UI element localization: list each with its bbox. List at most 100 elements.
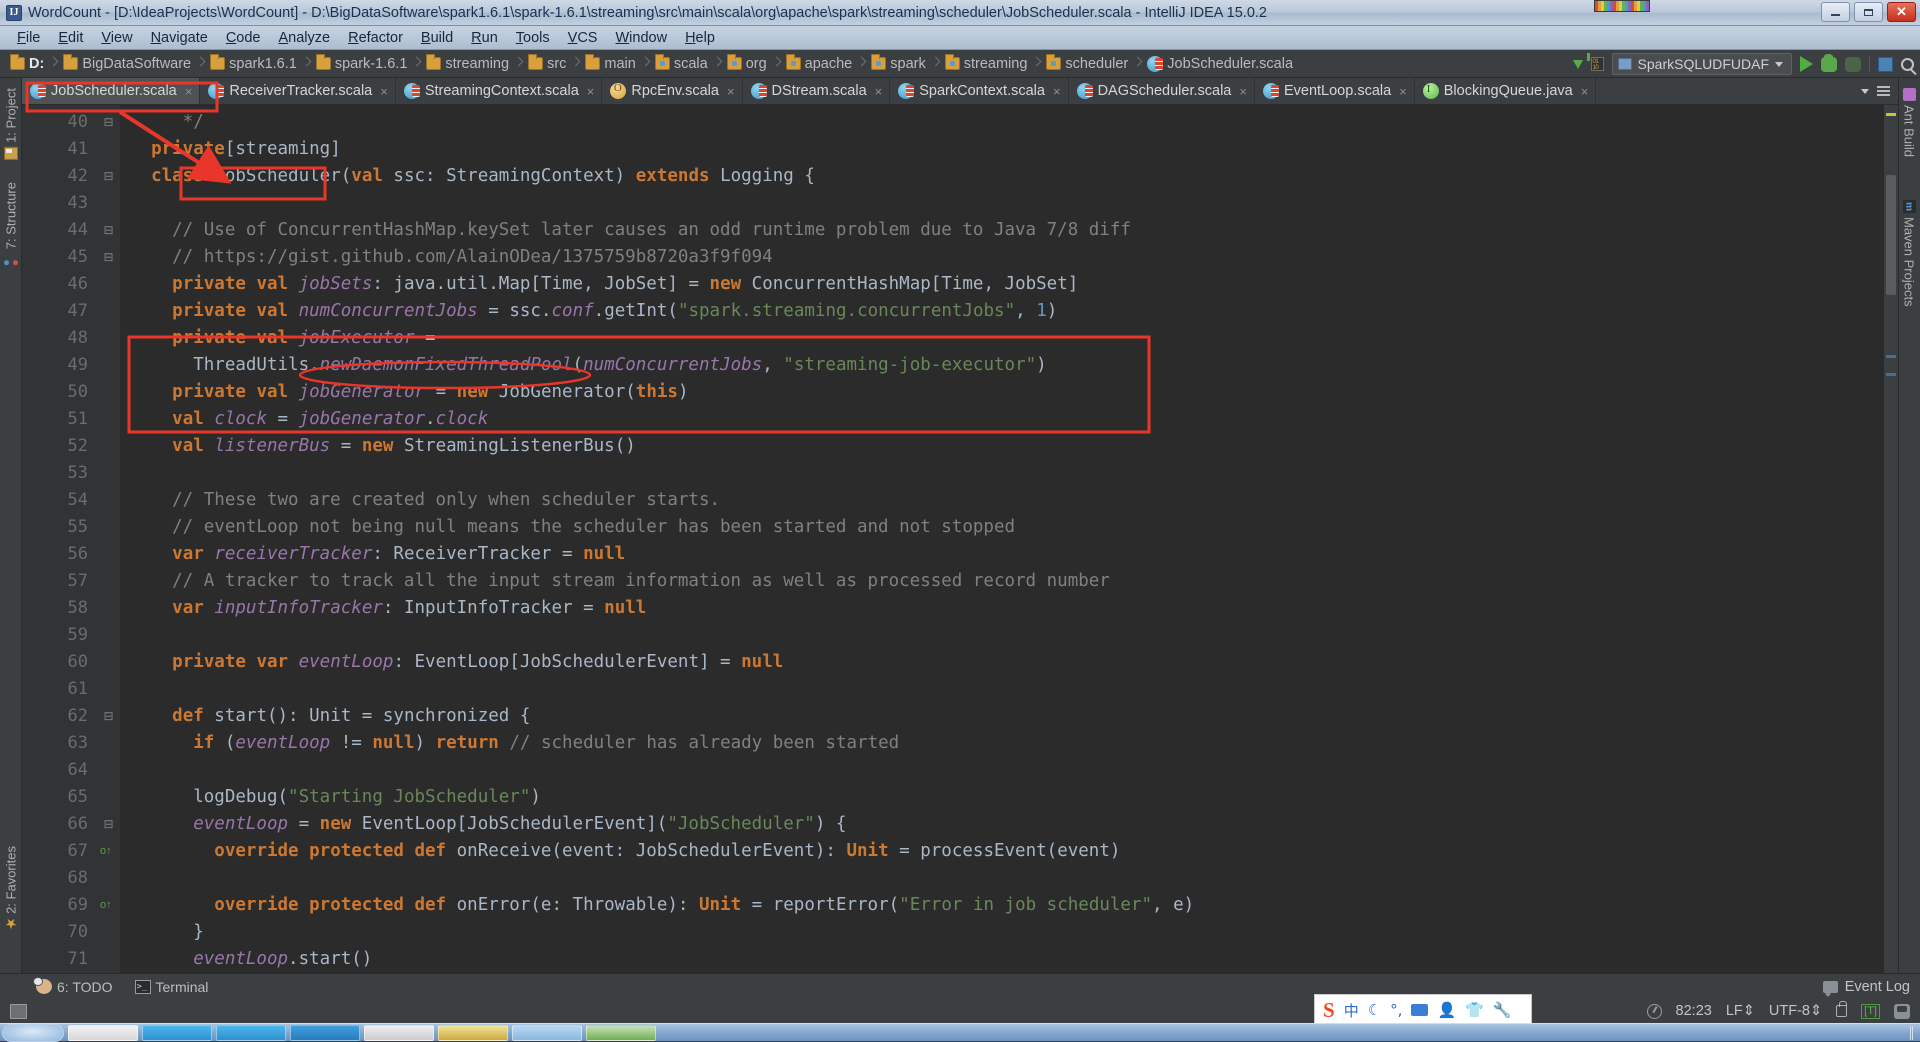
event-log-button[interactable]: Event Log — [1822, 979, 1920, 995]
menu-item-file[interactable]: File — [8, 29, 49, 47]
fold-marker-icon[interactable]: ⊟ — [102, 244, 115, 271]
search-everywhere-icon[interactable] — [1901, 57, 1914, 71]
ime-punctuation-icon[interactable]: °, — [1390, 1001, 1402, 1019]
close-icon[interactable]: × — [727, 84, 735, 99]
code-line[interactable]: // Use of ConcurrentHashMap.keySet later… — [120, 217, 1131, 244]
sidebar-item-project[interactable]: 1: Project — [0, 84, 22, 164]
taskbar-item[interactable] — [438, 1024, 508, 1041]
close-button[interactable]: ✕ — [1887, 2, 1916, 22]
tool-window-todo[interactable]: 6: TODO — [33, 977, 113, 995]
editor-tab-eventloopscala[interactable]: EventLoop.scala × — [1254, 78, 1415, 104]
caret-position[interactable]: 82:23 — [1676, 1003, 1712, 1019]
menu-item-vcs[interactable]: VCS — [559, 29, 607, 47]
menu-item-tools[interactable]: Tools — [507, 29, 559, 47]
taskbar-item[interactable] — [216, 1024, 286, 1041]
editor-tab-dagschedulerscala[interactable]: DAGScheduler.scala × — [1068, 78, 1255, 104]
fold-marker-icon[interactable]: ⊟ — [102, 109, 115, 136]
code-line[interactable]: eventLoop = new EventLoop[JobSchedulerEv… — [120, 811, 846, 838]
code-line[interactable]: private val jobExecutor = — [120, 325, 435, 352]
override-gutter-icon[interactable]: o↑ — [100, 892, 118, 919]
maximize-button[interactable] — [1854, 2, 1883, 22]
taskbar-item[interactable] — [364, 1024, 434, 1041]
minimize-button[interactable] — [1821, 2, 1850, 22]
editor-tab-blockingqueuejava[interactable]: BlockingQueue.java × — [1414, 78, 1597, 104]
tab-list-icon[interactable] — [1877, 86, 1890, 96]
editor-tab-sparkcontextscala[interactable]: SparkContext.scala × — [890, 78, 1069, 104]
ime-toolbar[interactable]: S 中 ☾ °, 👤 👕 🔧 — [1314, 994, 1532, 1026]
close-icon[interactable]: × — [1053, 84, 1061, 99]
line-separator[interactable]: LF⇕ — [1726, 1003, 1755, 1019]
code-line[interactable] — [120, 190, 130, 217]
menu-item-refactor[interactable]: Refactor — [339, 29, 412, 47]
code-line[interactable]: class JobScheduler(val ssc: StreamingCon… — [120, 163, 815, 190]
ime-moon-icon[interactable]: ☾ — [1368, 1001, 1381, 1019]
file-encoding[interactable]: UTF-8⇕ — [1769, 1003, 1822, 1019]
close-icon[interactable]: × — [587, 84, 595, 99]
menu-item-analyze[interactable]: Analyze — [270, 29, 340, 47]
fold-marker-icon[interactable]: ⊟ — [102, 703, 115, 730]
close-icon[interactable]: × — [380, 84, 388, 99]
code-line[interactable] — [120, 460, 130, 487]
run-with-coverage-icon[interactable] — [1845, 56, 1861, 72]
editor-tab-dstreamscala[interactable]: DStream.scala × — [742, 78, 891, 104]
close-icon[interactable]: × — [875, 84, 883, 99]
menu-item-edit[interactable]: Edit — [49, 29, 92, 47]
code-editor[interactable]: 40 ⊟ */ 41 private[streaming] 42 ⊟ class Job… — [22, 105, 1898, 973]
editor-tab-streamingcontextscala[interactable]: StreamingContext.scala × — [395, 78, 603, 104]
code-line[interactable] — [120, 676, 130, 703]
code-line[interactable]: ThreadUtils.newDaemonFixedThreadPool(num… — [120, 352, 1047, 379]
breadcrumb-item-streaming[interactable]: streaming — [941, 53, 1032, 75]
sidebar-item-favorites[interactable]: ★ 2: Favorites — [0, 842, 22, 935]
start-button[interactable] — [2, 1023, 64, 1042]
tool-window-terminal[interactable]: >_ Terminal — [134, 979, 208, 995]
override-gutter-icon[interactable]: o↑ — [100, 838, 118, 865]
code-line[interactable]: // A tracker to track all the input stre… — [120, 568, 1110, 595]
code-line[interactable]: override protected def onError(e: Throwa… — [120, 892, 1194, 919]
code-line[interactable]: override protected def onReceive(event: … — [120, 838, 1120, 865]
close-icon[interactable]: × — [1399, 84, 1407, 99]
error-stripe-mark[interactable] — [1886, 373, 1896, 376]
breadcrumb-item-main[interactable]: main — [581, 53, 639, 75]
close-icon[interactable]: × — [1581, 84, 1589, 99]
code-line[interactable]: // https://gist.github.com/AlainODea/137… — [120, 244, 773, 271]
hide-tool-windows-icon[interactable] — [10, 1003, 27, 1019]
update-project-icon[interactable]: 01 10 — [1572, 53, 1604, 71]
breadcrumb-item-spark161[interactable]: spark1.6.1 — [206, 53, 301, 75]
taskbar-item[interactable] — [142, 1024, 212, 1041]
menu-item-run[interactable]: Run — [462, 29, 507, 47]
read-only-lock-icon[interactable] — [1836, 1001, 1848, 1017]
code-line[interactable]: eventLoop.start() — [120, 946, 372, 973]
breadcrumb-item-scala[interactable]: scala — [651, 53, 712, 75]
ime-skin-icon[interactable]: 👕 — [1465, 1001, 1484, 1019]
chevron-down-icon[interactable] — [1861, 88, 1869, 94]
taskbar-item[interactable] — [290, 1024, 360, 1041]
code-line[interactable]: var inputInfoTracker: InputInfoTracker =… — [120, 595, 646, 622]
code-line[interactable]: private var eventLoop: EventLoop[JobSche… — [120, 649, 783, 676]
ime-mode-icon[interactable]: 中 — [1344, 1000, 1359, 1021]
taskbar-item[interactable] — [68, 1024, 138, 1041]
run-icon[interactable] — [1800, 56, 1813, 72]
code-line[interactable]: private val jobGenerator = new JobGenera… — [120, 379, 688, 406]
error-stripe-mark[interactable] — [1886, 113, 1896, 116]
fold-marker-icon[interactable]: ⊟ — [102, 163, 115, 190]
error-stripe-mark[interactable] — [1886, 355, 1896, 358]
menu-item-window[interactable]: Window — [606, 29, 676, 47]
menu-item-help[interactable]: Help — [676, 29, 724, 47]
sidebar-item-ant-build[interactable]: Ant Build — [1898, 84, 1920, 161]
menu-item-code[interactable]: Code — [217, 29, 270, 47]
breadcrumb-item-src[interactable]: src — [524, 53, 570, 75]
code-line[interactable]: // These two are created only when sched… — [120, 487, 720, 514]
code-line[interactable]: val listenerBus = new StreamingListenerB… — [120, 433, 636, 460]
code-line[interactable]: private val numConcurrentJobs = ssc.conf… — [120, 298, 1057, 325]
memory-gauge-icon[interactable] — [1646, 1003, 1662, 1019]
code-line[interactable] — [120, 622, 130, 649]
scrollbar-thumb[interactable] — [1886, 175, 1896, 295]
ime-keyboard-icon[interactable] — [1411, 1004, 1429, 1016]
hector-icon[interactable] — [1894, 1003, 1910, 1019]
close-icon[interactable]: × — [1239, 84, 1247, 99]
editor-vertical-scrollbar[interactable] — [1884, 105, 1898, 973]
sidebar-item-structure[interactable]: 7: Structure — [0, 178, 22, 270]
taskbar-item[interactable] — [586, 1024, 656, 1041]
breadcrumb-item-d[interactable]: D: — [6, 53, 48, 75]
breadcrumb-item-scheduler[interactable]: scheduler — [1042, 53, 1132, 75]
